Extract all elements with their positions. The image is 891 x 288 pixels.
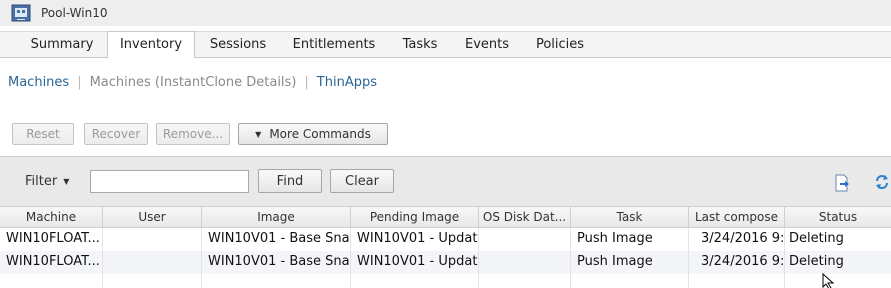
tab-sessions[interactable]: Sessions	[199, 32, 277, 59]
column-header-image[interactable]: Image	[202, 207, 351, 228]
cell-task: Push Image	[571, 251, 689, 274]
table-header: Machine User Image Pending Image OS Disk…	[0, 206, 891, 228]
desktop-pool-icon	[11, 4, 31, 22]
cell-empty	[0, 274, 103, 288]
cell-pending-image: WIN10V01 - Update	[351, 228, 479, 251]
cell-task: Push Image	[571, 228, 689, 251]
recover-button[interactable]: Recover	[84, 123, 148, 145]
more-commands-button[interactable]: ▼ More Commands	[238, 123, 388, 145]
tab-inventory[interactable]: Inventory	[107, 31, 195, 59]
column-header-pending-image[interactable]: Pending Image	[351, 207, 479, 228]
column-header-last-compose[interactable]: Last compose	[689, 207, 785, 228]
column-header-status[interactable]: Status	[785, 207, 891, 228]
cell-last-compose: 3/24/2016 9:	[689, 228, 785, 251]
window-title: Pool-Win10	[41, 6, 108, 20]
remove-button[interactable]: Remove...	[156, 123, 230, 145]
cell-machine: WIN10FLOAT...	[0, 251, 103, 274]
cell-status: Deleting	[789, 231, 844, 246]
filter-bar: Filter ▼ Find Clear	[0, 156, 891, 206]
tab-bar: Summary Inventory Sessions Entitlements …	[0, 31, 891, 59]
cell-empty	[479, 274, 571, 288]
tab-policies[interactable]: Policies	[526, 32, 594, 59]
column-header-task[interactable]: Task	[571, 207, 689, 228]
cell-empty	[571, 274, 689, 288]
column-header-machine[interactable]: Machine	[0, 207, 103, 228]
tab-entitlements[interactable]: Entitlements	[284, 32, 384, 59]
tab-summary[interactable]: Summary	[17, 32, 107, 59]
tab-tasks[interactable]: Tasks	[392, 32, 448, 59]
cell-pending-image: WIN10V01 - Update	[351, 251, 479, 274]
table-row[interactable]: WIN10FLOAT... WIN10V01 - Base Snap WIN10…	[0, 251, 891, 274]
subnav-machines-link[interactable]: Machines	[8, 75, 69, 90]
subnav-separator: |	[304, 74, 309, 90]
table-row[interactable]: WIN10FLOAT... WIN10V01 - Base Snap WIN10…	[0, 228, 891, 251]
cell-last-compose: 3/24/2016 9:	[689, 251, 785, 274]
cell-empty	[103, 274, 202, 288]
cell-user	[103, 228, 202, 251]
cell-user	[103, 251, 202, 274]
find-button[interactable]: Find	[258, 169, 322, 193]
subnav-instantclone-details-link[interactable]: Machines (InstantClone Details)	[90, 75, 297, 90]
mouse-cursor-icon	[822, 272, 836, 288]
table-row-empty	[0, 274, 891, 288]
subnav-separator: |	[77, 74, 82, 90]
inventory-subnav: Machines | Machines (InstantClone Detail…	[8, 73, 377, 91]
cell-os-disk-date	[479, 228, 571, 251]
reset-button[interactable]: Reset	[12, 123, 74, 145]
column-header-os-disk-date[interactable]: OS Disk Dat...	[479, 207, 571, 228]
tab-events[interactable]: Events	[456, 32, 518, 59]
cell-machine: WIN10FLOAT...	[0, 228, 103, 251]
filter-input[interactable]	[90, 170, 249, 193]
column-header-user[interactable]: User	[103, 207, 202, 228]
dropdown-triangle-icon: ▼	[255, 129, 262, 139]
cell-empty	[202, 274, 351, 288]
subnav-thinapps-link[interactable]: ThinApps	[317, 75, 377, 90]
refresh-icon[interactable]	[873, 173, 891, 191]
cell-status: Deleting	[789, 254, 844, 269]
chevron-down-icon: ▼	[63, 177, 70, 186]
cell-empty	[351, 274, 479, 288]
cell-empty	[689, 274, 785, 288]
more-commands-label: More Commands	[269, 127, 371, 141]
window-titlebar: Pool-Win10	[0, 0, 891, 26]
filter-label: Filter	[25, 174, 58, 189]
cell-image: WIN10V01 - Base Snap	[202, 251, 351, 274]
cell-image: WIN10V01 - Base Snap	[202, 228, 351, 251]
clear-button[interactable]: Clear	[330, 169, 394, 193]
filter-dropdown[interactable]: Filter ▼	[25, 174, 69, 189]
cell-os-disk-date	[479, 251, 571, 274]
export-icon[interactable]	[833, 174, 851, 192]
